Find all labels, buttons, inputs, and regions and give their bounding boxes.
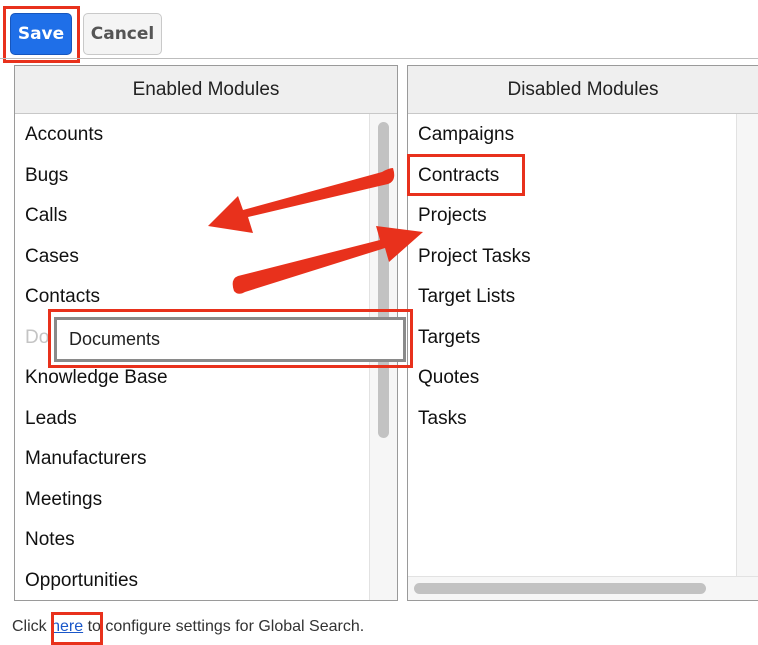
global-search-settings-link[interactable]: here [51, 618, 83, 635]
footer-prefix: Click [12, 618, 52, 635]
footer-suffix: to configure settings for Global Search. [83, 618, 365, 635]
drag-arrows [208, 168, 423, 294]
arrow-right-icon [232, 226, 423, 294]
footer-text: Click here to configure settings for Glo… [12, 618, 364, 636]
arrow-left-icon [208, 168, 395, 233]
